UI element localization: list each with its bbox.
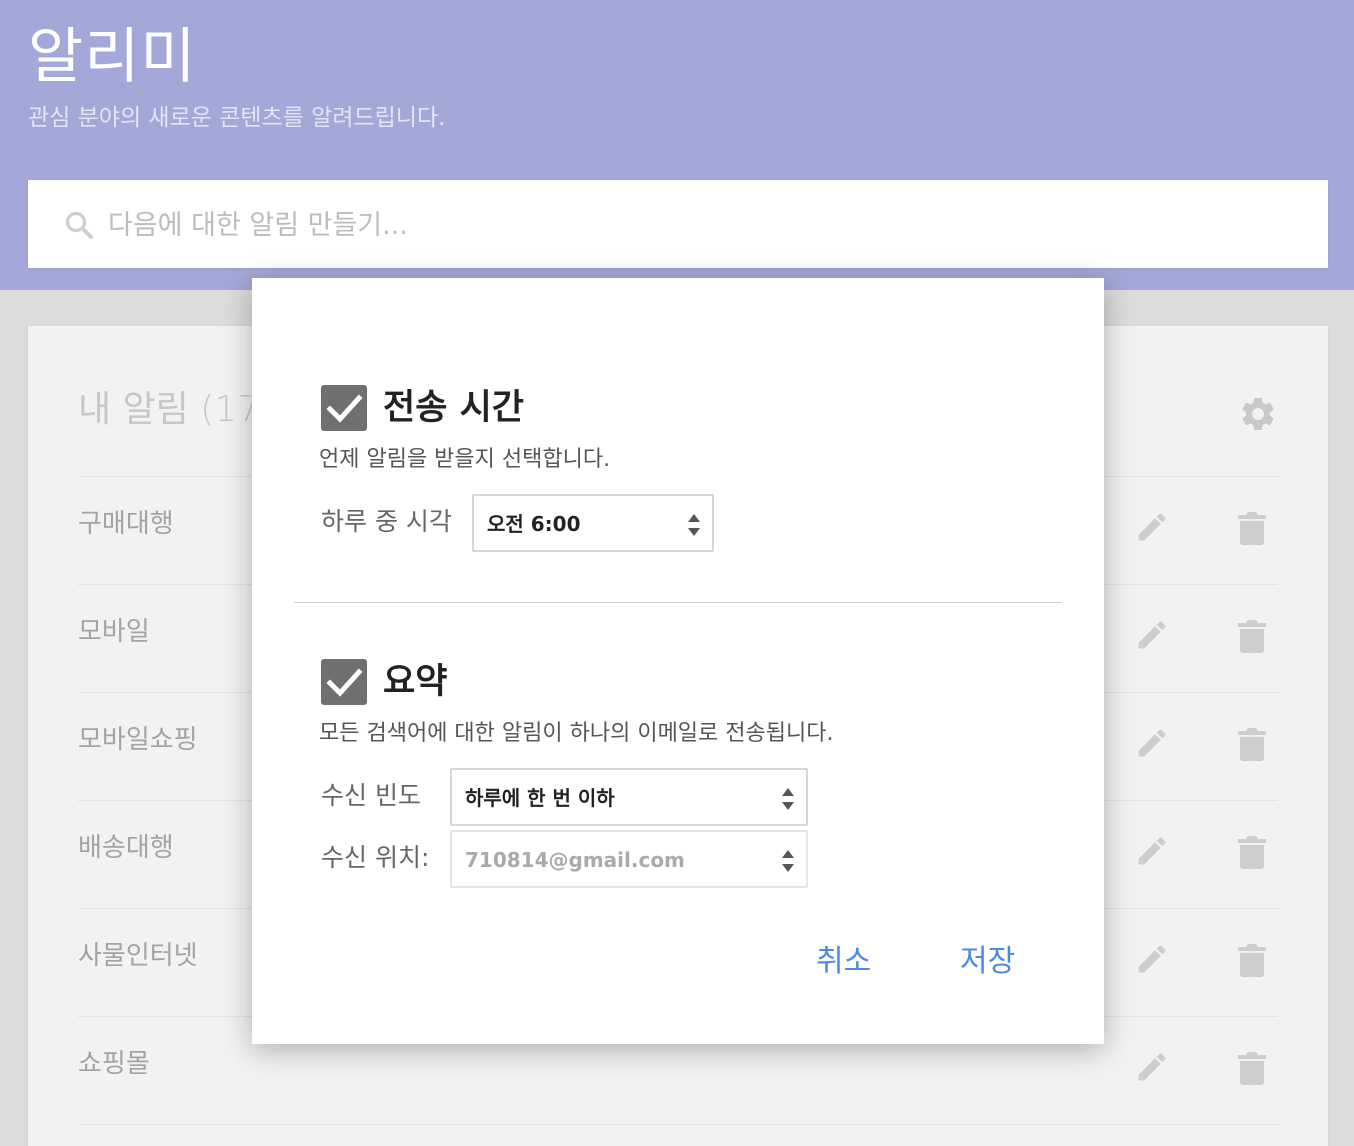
search-icon xyxy=(65,211,93,239)
alert-name: 구매대행 xyxy=(78,509,174,539)
search-input[interactable] xyxy=(106,200,1290,250)
trash-icon[interactable] xyxy=(1238,619,1266,653)
alert-name: 배송대행 xyxy=(78,833,174,863)
delivery-location-label: 수신 위치: xyxy=(321,843,430,872)
pencil-icon[interactable] xyxy=(1134,725,1170,761)
section-divider xyxy=(294,602,1062,603)
pencil-icon[interactable] xyxy=(1134,941,1170,977)
select-arrows-icon xyxy=(782,788,794,810)
trash-icon[interactable] xyxy=(1238,511,1266,545)
digest-description: 모든 검색어에 대한 알림이 하나의 이메일로 전송됩니다. xyxy=(319,721,834,746)
select-arrows-icon xyxy=(782,850,794,872)
search-bar[interactable] xyxy=(28,180,1328,268)
gear-icon[interactable] xyxy=(1238,394,1278,434)
pencil-icon[interactable] xyxy=(1134,833,1170,869)
time-of-day-select[interactable]: 오전 6:00 xyxy=(472,494,714,552)
time-of-day-value: 오전 6:00 xyxy=(487,512,581,536)
delivery-time-checkbox[interactable] xyxy=(321,385,367,431)
alert-name: 사물인터넷 xyxy=(78,941,198,971)
pencil-icon[interactable] xyxy=(1134,1049,1170,1085)
frequency-value: 하루에 한 번 이하 xyxy=(465,786,615,810)
delivery-time-description: 언제 알림을 받을지 선택합니다. xyxy=(319,447,611,472)
app-title: 알리미 xyxy=(28,22,197,92)
time-of-day-label: 하루 중 시각 xyxy=(321,507,452,536)
alert-name: 쇼핑몰 xyxy=(78,1049,150,1079)
my-alerts-title: 내 알림 (17) xyxy=(78,389,275,430)
trash-icon[interactable] xyxy=(1238,943,1266,977)
digest-title: 요약 xyxy=(383,662,448,702)
alert-name: 모바일 xyxy=(78,617,150,647)
app-header: 알리미 관심 분야의 새로운 콘텐츠를 알려드립니다. xyxy=(0,0,1354,290)
check-icon xyxy=(326,668,363,697)
alert-name: 모바일쇼핑 xyxy=(78,725,198,755)
pencil-icon[interactable] xyxy=(1134,509,1170,545)
delivery-time-title: 전송 시간 xyxy=(383,388,524,428)
trash-icon[interactable] xyxy=(1238,727,1266,761)
delivery-location-select[interactable]: 710814@gmail.com xyxy=(450,830,808,888)
alert-settings-dialog: 전송 시간 언제 알림을 받을지 선택합니다. 하루 중 시각 오전 6:00 … xyxy=(252,278,1104,1044)
cancel-button[interactable]: 취소 xyxy=(816,942,871,982)
pencil-icon[interactable] xyxy=(1134,617,1170,653)
select-arrows-icon xyxy=(688,514,700,536)
check-icon xyxy=(326,394,363,423)
app-subtitle: 관심 분야의 새로운 콘텐츠를 알려드립니다. xyxy=(28,105,446,131)
frequency-select[interactable]: 하루에 한 번 이하 xyxy=(450,768,808,826)
save-button[interactable]: 저장 xyxy=(960,942,1015,982)
digest-checkbox[interactable] xyxy=(321,659,367,705)
trash-icon[interactable] xyxy=(1238,835,1266,869)
delivery-location-value: 710814@gmail.com xyxy=(465,848,685,872)
frequency-label: 수신 빈도 xyxy=(321,781,421,810)
trash-icon[interactable] xyxy=(1238,1051,1266,1085)
